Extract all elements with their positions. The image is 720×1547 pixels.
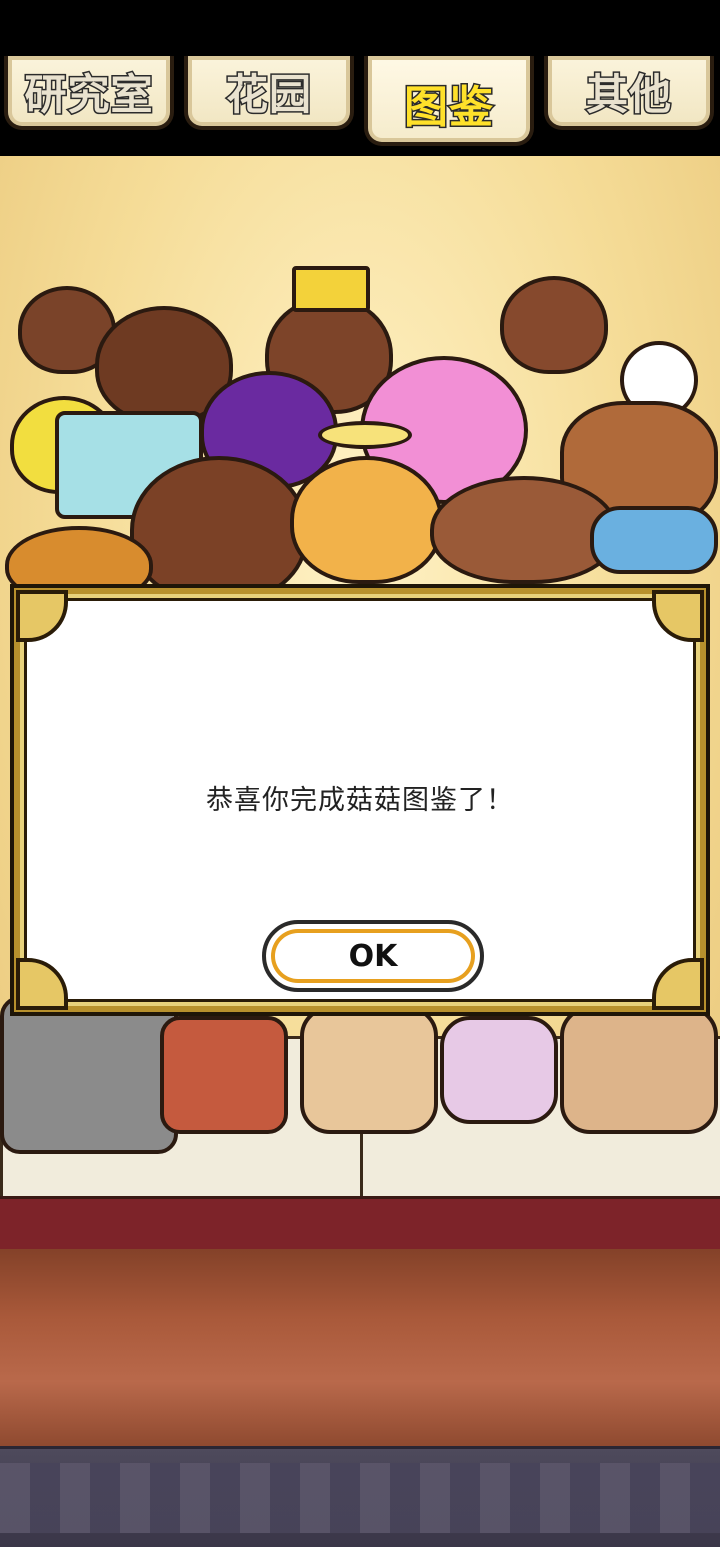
- frame-corner: [16, 958, 68, 1010]
- dialog-message: 恭喜你完成菇菇图鉴了！: [206, 785, 514, 816]
- ok-button[interactable]: OK: [262, 920, 484, 992]
- frame-corner: [16, 590, 68, 642]
- completion-dialog: 恭喜你完成菇菇图鉴了！ OK: [10, 584, 710, 1016]
- frame-corner: [652, 958, 704, 1010]
- dialog-body: 恭喜你完成菇菇图鉴了！ OK: [16, 590, 704, 1010]
- frame-corner: [652, 590, 704, 642]
- modal-overlay: 恭喜你完成菇菇图鉴了！ OK: [0, 0, 720, 1544]
